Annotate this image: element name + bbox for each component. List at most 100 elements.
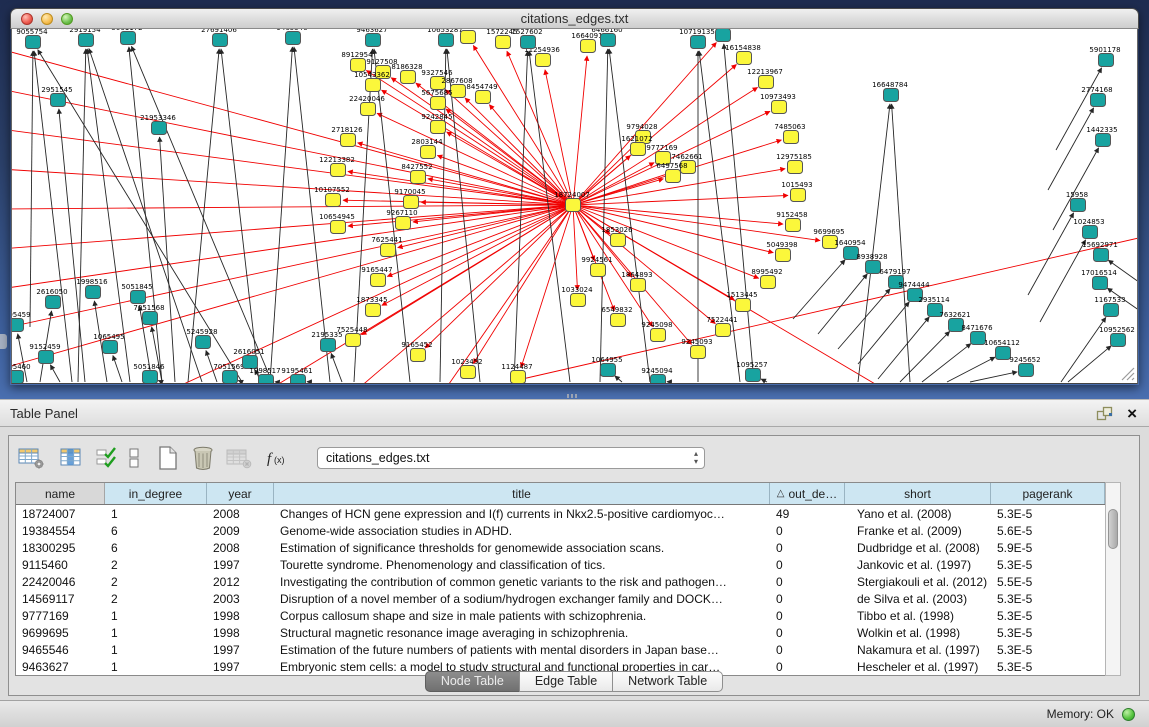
network-node[interactable]: 5049398 bbox=[766, 241, 797, 262]
network-node[interactable]: 5051845 bbox=[121, 283, 152, 304]
table-row[interactable]: 1872400712008Changes of HCN gene express… bbox=[16, 505, 1105, 522]
scrollbar-thumb[interactable] bbox=[1108, 509, 1118, 549]
network-node[interactable]: 9463627 bbox=[356, 29, 387, 47]
network-node[interactable]: 9465546 bbox=[276, 29, 308, 45]
column-header-title[interactable]: title bbox=[274, 483, 770, 504]
tab-node-table[interactable]: Node Table bbox=[425, 671, 520, 692]
network-node[interactable]: 10719135 bbox=[679, 29, 715, 49]
network-node[interactable]: 9055754 bbox=[16, 29, 48, 49]
network-node[interactable]: 6549832 bbox=[601, 306, 632, 327]
network-node[interactable]: 1033024 bbox=[561, 286, 593, 307]
cell-in_degree: 2 bbox=[105, 558, 207, 572]
network-node[interactable]: 21953346 bbox=[140, 114, 176, 135]
network-node[interactable]: 1442335 bbox=[1086, 126, 1117, 147]
function-builder-button[interactable]: f(x) bbox=[265, 442, 291, 474]
network-node[interactable]: 5675685 bbox=[421, 89, 452, 110]
network-node[interactable]: 5061172 bbox=[111, 29, 142, 45]
network-node[interactable]: 1664091 bbox=[571, 32, 602, 53]
network-node[interactable]: 1024853 bbox=[1073, 218, 1104, 239]
network-node[interactable]: 2951545 bbox=[41, 86, 72, 107]
network-node[interactable]: 9170045 bbox=[394, 188, 425, 209]
minimize-window-icon[interactable] bbox=[41, 13, 53, 25]
network-node[interactable]: 16648784 bbox=[872, 81, 908, 102]
toggle-panels-button[interactable] bbox=[127, 442, 141, 474]
new-table-button[interactable] bbox=[157, 442, 179, 474]
network-node[interactable]: 9165452 bbox=[401, 341, 432, 362]
table-row[interactable]: 1938455462009Genome-wide association stu… bbox=[16, 522, 1105, 539]
column-header-out_de[interactable]: △out_de… bbox=[770, 483, 845, 504]
tab-network-table[interactable]: Network Table bbox=[612, 671, 723, 692]
network-node[interactable]: 1167533 bbox=[1094, 296, 1125, 317]
network-window-titlebar[interactable]: citations_edges.txt bbox=[10, 8, 1139, 29]
network-node[interactable]: 1064955 bbox=[591, 356, 622, 377]
table-scrollbar[interactable] bbox=[1105, 482, 1121, 676]
network-node[interactable]: 1124487 bbox=[501, 363, 532, 384]
network-node[interactable]: 1873345 bbox=[356, 296, 387, 317]
network-node[interactable]: 10107552 bbox=[314, 186, 350, 207]
memory-ok-icon[interactable] bbox=[1122, 708, 1135, 721]
column-header-short[interactable]: short bbox=[845, 483, 991, 504]
column-header-name[interactable]: name bbox=[16, 483, 105, 504]
network-node[interactable]: 9245093 bbox=[681, 338, 712, 359]
column-header-pagerank[interactable]: pagerank bbox=[991, 483, 1105, 504]
network-node[interactable]: 9245652 bbox=[1009, 356, 1040, 377]
table-settings-button[interactable] bbox=[17, 442, 45, 474]
select-column-button[interactable] bbox=[59, 442, 83, 474]
network-window-title: citations_edges.txt bbox=[521, 11, 629, 26]
network-node[interactable]: 1065495 bbox=[93, 333, 124, 354]
resize-grip-icon[interactable] bbox=[1119, 365, 1135, 381]
network-node[interactable]: 27691406 bbox=[201, 29, 237, 47]
network-node[interactable]: 2195335 bbox=[311, 331, 342, 352]
node-label: 9245652 bbox=[1009, 356, 1040, 364]
table-row[interactable]: 969969511998Structural magnetic resonanc… bbox=[16, 624, 1105, 641]
table-row[interactable]: 946554611997Estimation of the future num… bbox=[16, 641, 1105, 658]
panel-collapse-handle[interactable] bbox=[0, 334, 7, 349]
network-node[interactable]: 8454749 bbox=[466, 83, 497, 104]
table-row[interactable]: 2242004622012Investigating the contribut… bbox=[16, 573, 1105, 590]
network-node[interactable]: 8995492 bbox=[751, 268, 782, 289]
network-node[interactable]: 7625441 bbox=[371, 236, 402, 257]
column-header-year[interactable]: year bbox=[207, 483, 274, 504]
float-panel-icon[interactable] bbox=[1096, 406, 1113, 421]
network-node[interactable]: 2919154 bbox=[69, 29, 101, 47]
network-node[interactable]: 10543362 bbox=[354, 71, 390, 92]
network-node[interactable]: 9195460 bbox=[12, 363, 31, 384]
table-row[interactable]: 1456911722003Disruption of a novel membe… bbox=[16, 590, 1105, 607]
column-header-in_degree[interactable]: in_degree bbox=[105, 483, 207, 504]
table-row[interactable]: 1830029562008Estimation of significance … bbox=[16, 539, 1105, 556]
network-node[interactable]: 15692971 bbox=[1082, 241, 1118, 262]
network-node[interactable]: 5901178 bbox=[1089, 46, 1120, 67]
network-node[interactable]: 10952562 bbox=[1099, 326, 1135, 347]
network-node[interactable]: 9195459 bbox=[12, 311, 31, 332]
network-node[interactable]: 1023452 bbox=[451, 358, 482, 379]
network-node[interactable]: 17016514 bbox=[1081, 269, 1117, 290]
table-row[interactable]: 911546021997Tourette syndrome. Phenomeno… bbox=[16, 556, 1105, 573]
network-node[interactable]: 16154838 bbox=[725, 44, 761, 65]
network-node[interactable]: 12213382 bbox=[319, 156, 355, 177]
network-node[interactable]: 1015493 bbox=[781, 181, 812, 202]
network-node[interactable]: 8186328 bbox=[391, 63, 422, 84]
network-node[interactable]: 7051569 bbox=[213, 363, 244, 384]
panel-divider-handle[interactable] bbox=[567, 394, 579, 398]
table-row[interactable]: 977716911998Corpus callosum shape and si… bbox=[16, 607, 1105, 624]
network-node[interactable]: 1864893 bbox=[621, 271, 652, 292]
network-node[interactable]: 9924561 bbox=[581, 256, 612, 277]
zoom-window-icon[interactable] bbox=[61, 13, 73, 25]
network-node[interactable]: 10653287 bbox=[427, 29, 463, 47]
table-selector-dropdown[interactable]: citations_edges.txt ▴▾ bbox=[317, 447, 705, 469]
close-window-icon[interactable] bbox=[21, 13, 33, 25]
network-node[interactable]: 12213967 bbox=[747, 68, 783, 89]
network-node[interactable]: 12975185 bbox=[776, 153, 812, 174]
network-node[interactable]: 1095257 bbox=[736, 361, 767, 382]
tab-edge-table[interactable]: Edge Table bbox=[519, 671, 613, 692]
network-node[interactable]: 10654945 bbox=[319, 213, 355, 234]
close-panel-icon[interactable]: × bbox=[1127, 405, 1137, 422]
network-node[interactable]: 10973493 bbox=[760, 93, 796, 114]
row-selection-mode-button[interactable] bbox=[96, 442, 118, 474]
delete-table-button[interactable] bbox=[191, 442, 215, 474]
network-node[interactable]: 9152458 bbox=[776, 211, 807, 232]
network-canvas[interactable]: 1872400789129549127508105433628186328932… bbox=[11, 29, 1138, 384]
network-node[interactable]: 7051568 bbox=[133, 304, 164, 325]
network-node[interactable]: 1998516 bbox=[76, 278, 108, 299]
network-node[interactable]: 9245098 bbox=[641, 321, 672, 342]
